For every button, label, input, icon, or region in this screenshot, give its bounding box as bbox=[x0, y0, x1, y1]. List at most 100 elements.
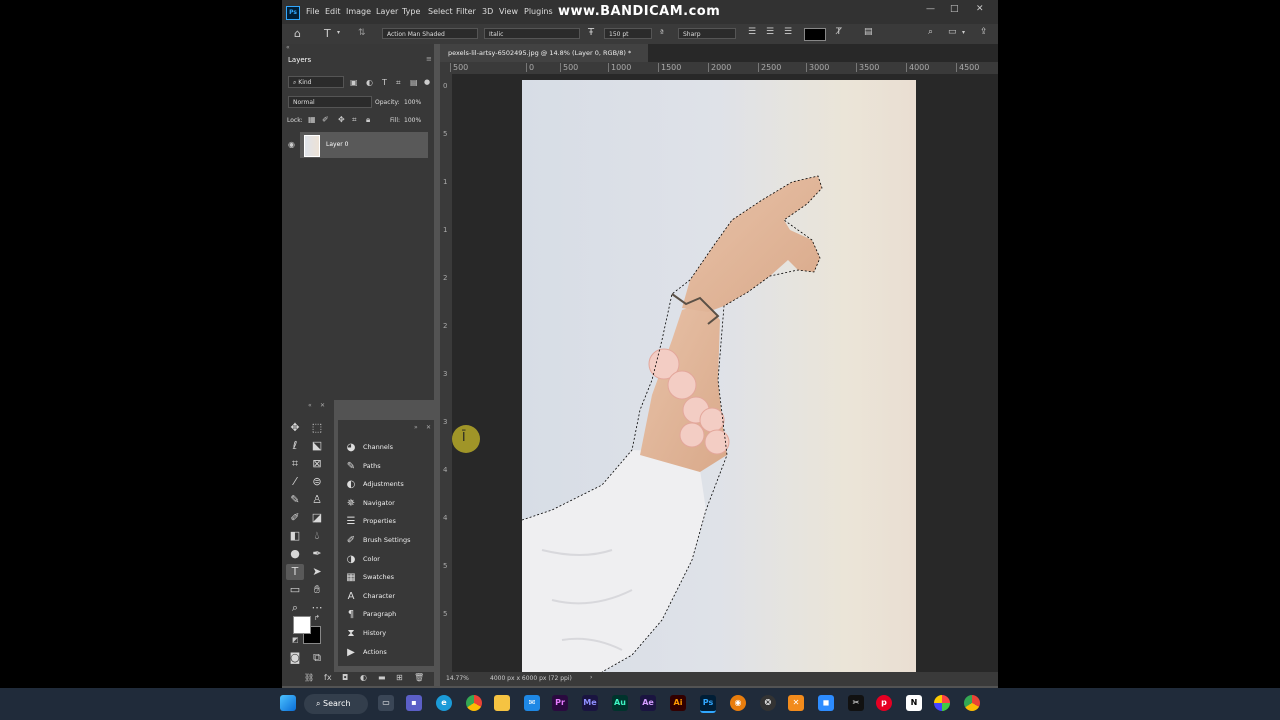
object-selection-tool-icon[interactable]: ⬕ bbox=[308, 438, 326, 454]
lock-pixels-icon[interactable]: ✐ bbox=[322, 115, 329, 124]
lock-all-icon[interactable]: 🔒︎ bbox=[366, 115, 370, 125]
panel-adjustments[interactable]: ◐ Adjustments bbox=[344, 477, 432, 493]
fill-value[interactable]: 100% bbox=[404, 117, 421, 124]
after-effects-icon[interactable]: Ae bbox=[640, 695, 656, 711]
lock-position-icon[interactable]: ✥ bbox=[338, 115, 345, 124]
delete-layer-icon[interactable]: 🗑︎ bbox=[414, 673, 424, 682]
text-color-swatch[interactable] bbox=[804, 28, 826, 41]
text-orientation-icon[interactable]: ⇅ bbox=[358, 28, 366, 38]
marquee-tool-icon[interactable]: ⬚ bbox=[308, 420, 326, 436]
home-icon[interactable]: ⌂ bbox=[294, 27, 301, 40]
hand-tool-icon[interactable]: ✋︎ bbox=[308, 582, 326, 598]
search-icon[interactable]: ⌕ bbox=[928, 27, 933, 37]
blur-tool-icon[interactable]: 💧︎ bbox=[308, 528, 326, 544]
chrome-icon[interactable] bbox=[466, 695, 482, 711]
type-tool-icon[interactable]: T bbox=[286, 564, 304, 580]
chevron-right-icon[interactable]: › bbox=[590, 674, 592, 681]
type-tool-icon[interactable]: T bbox=[324, 27, 331, 40]
panel-swatches[interactable]: ▦ Swatches bbox=[344, 570, 432, 586]
panel-channels[interactable]: ◕ Channels bbox=[344, 440, 432, 456]
zoom-meetings-icon[interactable]: ◼ bbox=[818, 695, 834, 711]
mail-icon[interactable]: ✉ bbox=[524, 695, 540, 711]
app-colorful-icon[interactable] bbox=[934, 695, 950, 711]
smart-filter-icon[interactable]: ▤ bbox=[410, 78, 418, 87]
chrome-profile-icon[interactable] bbox=[964, 695, 980, 711]
frame-tool-icon[interactable]: ⊠ bbox=[308, 456, 326, 472]
panel-color[interactable]: ◑ Color bbox=[344, 552, 432, 568]
share-icon[interactable]: ⇪ bbox=[980, 27, 988, 37]
character-panel-icon[interactable]: ▤ bbox=[864, 27, 873, 37]
type-filter-icon[interactable]: T bbox=[382, 78, 387, 87]
eyedropper-tool-icon[interactable]: ⁄ bbox=[286, 474, 304, 490]
blender-icon[interactable]: ◉ bbox=[730, 695, 746, 711]
layer-filter-select[interactable]: ⌕ Kind bbox=[288, 76, 344, 88]
photoshop-taskbar-icon[interactable]: Ps bbox=[700, 695, 716, 713]
edge-icon[interactable]: e bbox=[436, 695, 452, 711]
path-selection-tool-icon[interactable]: ➤ bbox=[308, 564, 326, 580]
lock-artboard-icon[interactable]: ⌗ bbox=[352, 115, 357, 125]
clone-stamp-tool-icon[interactable]: ♙ bbox=[308, 492, 326, 508]
illustrator-icon[interactable]: Ai bbox=[670, 695, 686, 711]
panel-paragraph[interactable]: ¶ Paragraph bbox=[344, 607, 432, 623]
visibility-eye-icon[interactable]: ◉ bbox=[288, 140, 295, 149]
pixel-filter-icon[interactable]: ▣ bbox=[350, 78, 358, 87]
align-left-icon[interactable]: ☰ bbox=[748, 27, 756, 37]
zoom-level[interactable]: 14.77% bbox=[446, 675, 469, 682]
chevron-down-icon[interactable]: ▾ bbox=[962, 29, 965, 36]
photoshop-logo-icon[interactable]: Ps bbox=[286, 6, 300, 20]
menu-select[interactable]: Select bbox=[428, 7, 453, 16]
crop-tool-icon[interactable]: ⌗ bbox=[286, 456, 304, 472]
quick-mask-icon[interactable]: ◙ bbox=[286, 650, 304, 666]
image-canvas[interactable] bbox=[522, 80, 916, 672]
blend-mode-select[interactable]: Normal bbox=[288, 96, 372, 108]
align-center-icon[interactable]: ☰ bbox=[766, 27, 774, 37]
panel-brush-settings[interactable]: ✐ Brush Settings bbox=[344, 533, 432, 549]
collapse-icon[interactable]: « bbox=[308, 402, 312, 409]
close-icon[interactable]: ✕ bbox=[426, 424, 431, 431]
expand-icon[interactable]: » bbox=[414, 424, 418, 431]
add-mask-icon[interactable]: ◘ bbox=[342, 673, 348, 682]
file-explorer-icon[interactable] bbox=[494, 695, 510, 711]
layer-style-icon[interactable]: fx bbox=[324, 673, 332, 682]
lasso-tool-icon[interactable]: ℓ bbox=[286, 438, 304, 454]
panel-character[interactable]: A Character bbox=[344, 589, 432, 605]
menu-edit[interactable]: Edit bbox=[325, 7, 341, 16]
audition-icon[interactable]: Au bbox=[612, 695, 628, 711]
close-icon[interactable]: ✕ bbox=[320, 402, 325, 409]
new-group-icon[interactable]: ▬ bbox=[378, 673, 386, 682]
document-tab[interactable]: pexels-lil-artsy-6502495.jpg @ 14.8% (La… bbox=[440, 44, 648, 62]
pinterest-icon[interactable]: p bbox=[876, 695, 892, 711]
pen-tool-icon[interactable]: ✒ bbox=[308, 546, 326, 562]
menu-view[interactable]: View bbox=[499, 7, 518, 16]
taskbar-search[interactable]: ⌕ Search bbox=[304, 694, 368, 714]
layer-name[interactable]: Layer 0 bbox=[326, 141, 348, 148]
layers-tab[interactable]: Layers ≡ bbox=[282, 52, 434, 68]
font-family-select[interactable]: Action Man Shaded bbox=[382, 28, 478, 39]
history-brush-tool-icon[interactable]: ✐ bbox=[286, 510, 304, 526]
media-encoder-icon[interactable]: Me bbox=[582, 695, 598, 711]
rectangle-tool-icon[interactable]: ▭ bbox=[286, 582, 304, 598]
healing-brush-tool-icon[interactable]: ⊜ bbox=[308, 474, 326, 490]
windows-start-icon[interactable] bbox=[280, 695, 296, 711]
menu-plugins[interactable]: Plugins bbox=[524, 7, 553, 16]
foreground-color-swatch[interactable] bbox=[293, 616, 311, 634]
panel-navigator[interactable]: ✵ Navigator bbox=[344, 496, 432, 512]
panel-menu-icon[interactable]: ≡ bbox=[426, 55, 432, 63]
move-tool-icon[interactable]: ✥ bbox=[286, 420, 304, 436]
link-layers-icon[interactable]: ⛓ bbox=[304, 673, 314, 682]
zoom-tool-icon[interactable]: ⌕ bbox=[286, 600, 304, 616]
teams-icon[interactable]: ▪ bbox=[406, 695, 422, 711]
dodge-tool-icon[interactable]: ● bbox=[286, 546, 304, 562]
workspace-icon[interactable]: ▭ bbox=[948, 27, 957, 37]
panel-properties[interactable]: ☰ Properties bbox=[344, 514, 432, 530]
warp-text-icon[interactable]: Ⱦ bbox=[836, 27, 842, 37]
close-icon[interactable]: ✕ bbox=[976, 4, 984, 14]
screen-mode-icon[interactable]: ⧉ bbox=[308, 650, 326, 666]
adjustment-layer-icon[interactable]: ◐ bbox=[360, 673, 367, 682]
app-orange-icon[interactable]: ✕ bbox=[788, 695, 804, 711]
font-style-select[interactable]: Italic bbox=[484, 28, 580, 39]
notion-icon[interactable]: N bbox=[906, 695, 922, 711]
document-info[interactable]: 4000 px x 6000 px (72 ppi) bbox=[490, 675, 572, 682]
layer-row[interactable]: Layer 0 bbox=[300, 132, 428, 158]
task-view-icon[interactable]: ▭ bbox=[378, 695, 394, 711]
